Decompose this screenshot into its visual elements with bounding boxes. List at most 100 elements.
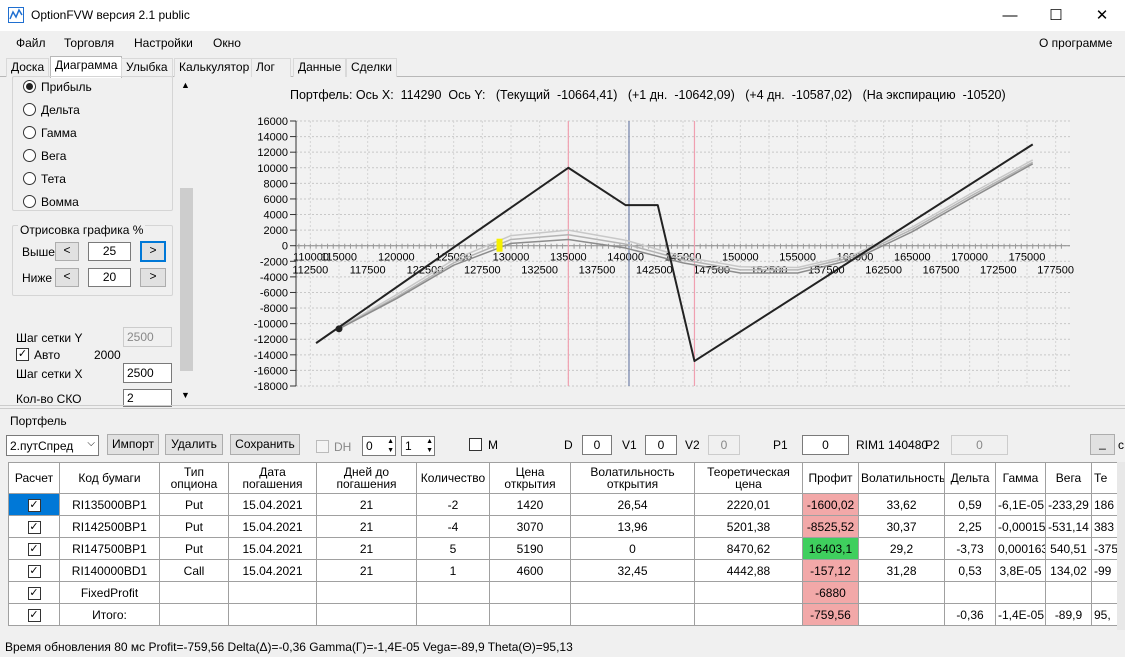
col-header[interactable]: Код бумаги bbox=[59, 462, 160, 494]
col-header[interactable]: Цена открытия bbox=[489, 462, 571, 494]
portfolio-combo[interactable]: 2.путСпред ⌵ bbox=[6, 435, 99, 456]
profit-chart[interactable]: 16000 14000 12000 10000 8000 6000 4000 2000 0 -20… bbox=[196, 78, 1125, 405]
col-header[interactable]: Волатильность bbox=[858, 462, 945, 494]
tab-deals[interactable]: Сделки bbox=[346, 58, 397, 77]
col-header[interactable]: Вега bbox=[1045, 462, 1092, 494]
v1-input[interactable]: 0 bbox=[645, 435, 677, 455]
scroll-thumb[interactable] bbox=[180, 188, 193, 371]
dh-spin-b[interactable]: 1 ▲ ▼ bbox=[401, 436, 435, 456]
save-button[interactable]: Сохранить bbox=[230, 434, 300, 455]
y-tick-label: 16000 bbox=[257, 116, 288, 128]
p2-label: P2 bbox=[925, 438, 940, 452]
col-header[interactable]: Теоретическая цена bbox=[694, 462, 803, 494]
cell-open[interactable]: 3070 bbox=[489, 515, 571, 538]
cell-profit: -157,12 bbox=[802, 559, 859, 582]
col-header[interactable]: Профит bbox=[802, 462, 859, 494]
delete-button[interactable]: Удалить bbox=[165, 434, 223, 455]
below-input[interactable]: 20 bbox=[88, 268, 131, 287]
m-checkbox[interactable] bbox=[469, 438, 482, 451]
menu-file[interactable]: Файл bbox=[16, 36, 46, 50]
menu-settings[interactable]: Настройки bbox=[134, 36, 193, 50]
menu-trading[interactable]: Торговля bbox=[64, 36, 114, 50]
x-tick-label: 137500 bbox=[579, 265, 616, 277]
table-row[interactable]: ✓ RI140000BD1 Call 15.04.2021 21 1 4600 … bbox=[8, 559, 1125, 582]
tab-smile[interactable]: Улыбка bbox=[121, 58, 173, 77]
tab-data[interactable]: Данные bbox=[293, 58, 347, 77]
cell-qty[interactable]: 5 bbox=[416, 537, 490, 560]
minimize-panel-button[interactable]: _ bbox=[1090, 434, 1115, 455]
cell-open[interactable]: 1420 bbox=[489, 493, 571, 516]
cell-open[interactable]: 4600 bbox=[489, 559, 571, 582]
cell-days: 21 bbox=[316, 493, 417, 516]
dh-checkbox[interactable] bbox=[316, 440, 329, 453]
tab-board[interactable]: Доска bbox=[6, 58, 50, 77]
tab-diagram[interactable]: Диаграмма bbox=[50, 56, 123, 78]
cell-volopen[interactable]: 32,45 bbox=[570, 559, 695, 582]
left-panel-scrollbar[interactable]: ▲ ▼ bbox=[178, 78, 195, 405]
table-row[interactable]: ✓ RI142500BP1 Put 15.04.2021 21 -4 3070 … bbox=[8, 515, 1125, 538]
cell-volopen[interactable]: 26,54 bbox=[570, 493, 695, 516]
y-tick-label: -10000 bbox=[254, 319, 288, 331]
cell-volopen[interactable]: 13,96 bbox=[570, 515, 695, 538]
v2-input[interactable]: 0 bbox=[708, 435, 740, 455]
p2-input[interactable]: 0 bbox=[951, 435, 1008, 455]
auto-checkbox[interactable]: ✓ bbox=[16, 348, 29, 361]
above-input[interactable]: 25 bbox=[88, 242, 131, 261]
tab-calculator[interactable]: Калькулятор bbox=[174, 58, 255, 77]
col-header[interactable]: Дата погашения bbox=[228, 462, 317, 494]
table-scrollbar[interactable] bbox=[1117, 462, 1125, 630]
row-checkbox[interactable]: ✓ bbox=[27, 542, 41, 556]
menu-about[interactable]: О программе bbox=[1039, 36, 1112, 50]
y-tick-label: -12000 bbox=[254, 334, 288, 346]
cell-qty[interactable]: -2 bbox=[416, 493, 490, 516]
scroll-down-icon[interactable]: ▼ bbox=[181, 390, 190, 400]
cell-code: RI140000BD1 bbox=[59, 559, 160, 582]
import-button[interactable]: Импорт bbox=[107, 434, 159, 455]
cell-profit: -6880 bbox=[802, 581, 859, 604]
col-header[interactable]: Расчет bbox=[8, 462, 60, 494]
col-header[interactable]: Гамма bbox=[995, 462, 1046, 494]
row-checkbox[interactable]: ✓ bbox=[27, 564, 41, 578]
cell-qty[interactable]: 1 bbox=[416, 559, 490, 582]
table-row[interactable]: ✓ RI147500BP1 Put 15.04.2021 21 5 5190 0… bbox=[8, 537, 1125, 560]
table-row[interactable]: ✓ RI135000BP1 Put 15.04.2021 21 -2 1420 … bbox=[8, 493, 1125, 516]
col-header[interactable]: Количество bbox=[416, 462, 490, 494]
cell-qty[interactable]: -4 bbox=[416, 515, 490, 538]
y-tick-label: 0 bbox=[282, 241, 288, 253]
row-checkbox[interactable]: ✓ bbox=[27, 498, 41, 512]
cell-gamma: 3,8E-05 bbox=[995, 559, 1046, 582]
menu-window[interactable]: Окно bbox=[213, 36, 241, 50]
p1-input[interactable]: 0 bbox=[802, 435, 849, 455]
cell-volopen[interactable]: 0 bbox=[570, 537, 695, 560]
dh-spin-a[interactable]: 0 ▲ ▼ bbox=[362, 436, 396, 456]
cell-code: RI147500BP1 bbox=[59, 537, 160, 560]
col-header[interactable]: Волатильность открытия bbox=[570, 462, 695, 494]
metric-group bbox=[12, 76, 173, 211]
d-input[interactable]: 0 bbox=[582, 435, 612, 455]
table-row-fixed[interactable]: ✓ FixedProfit -6880 bbox=[8, 581, 1125, 604]
row-checkbox[interactable]: ✓ bbox=[27, 520, 41, 534]
table-row-total[interactable]: ✓ Итого: -759,56 -0,36 -1,4E-05 -89,9 95… bbox=[8, 603, 1125, 626]
col-header[interactable]: Дельта bbox=[944, 462, 996, 494]
scroll-up-icon[interactable]: ▲ bbox=[181, 80, 190, 90]
m-label: M bbox=[488, 438, 498, 452]
tab-bar: Доска Диаграмма Улыбка Калькулятор Лог Д… bbox=[0, 55, 1125, 78]
below-next-button[interactable]: > bbox=[140, 268, 166, 287]
above-prev-button[interactable]: < bbox=[55, 242, 79, 261]
row-checkbox[interactable]: ✓ bbox=[27, 586, 41, 600]
tab-log[interactable]: Лог bbox=[251, 58, 291, 77]
minimize-button[interactable]: — bbox=[987, 0, 1033, 31]
splitter[interactable] bbox=[0, 405, 1125, 409]
grid-y-input[interactable]: 2500 bbox=[123, 327, 172, 347]
grid-x-input[interactable]: 2500 bbox=[123, 363, 172, 383]
close-button[interactable]: ✕ bbox=[1079, 0, 1125, 31]
col-header[interactable]: Дней до погашения bbox=[316, 462, 417, 494]
v2-label: V2 bbox=[685, 438, 700, 452]
chart-settings-panel: Прибыль Дельта Гамма Вега Тета Вомма Отр… bbox=[7, 76, 195, 407]
col-header[interactable]: Тип опциона bbox=[159, 462, 229, 494]
row-checkbox[interactable]: ✓ bbox=[27, 608, 41, 622]
maximize-button[interactable]: ☐ bbox=[1033, 0, 1079, 31]
cell-open[interactable]: 5190 bbox=[489, 537, 571, 560]
below-prev-button[interactable]: < bbox=[55, 268, 79, 287]
above-next-button[interactable]: > bbox=[140, 241, 166, 262]
